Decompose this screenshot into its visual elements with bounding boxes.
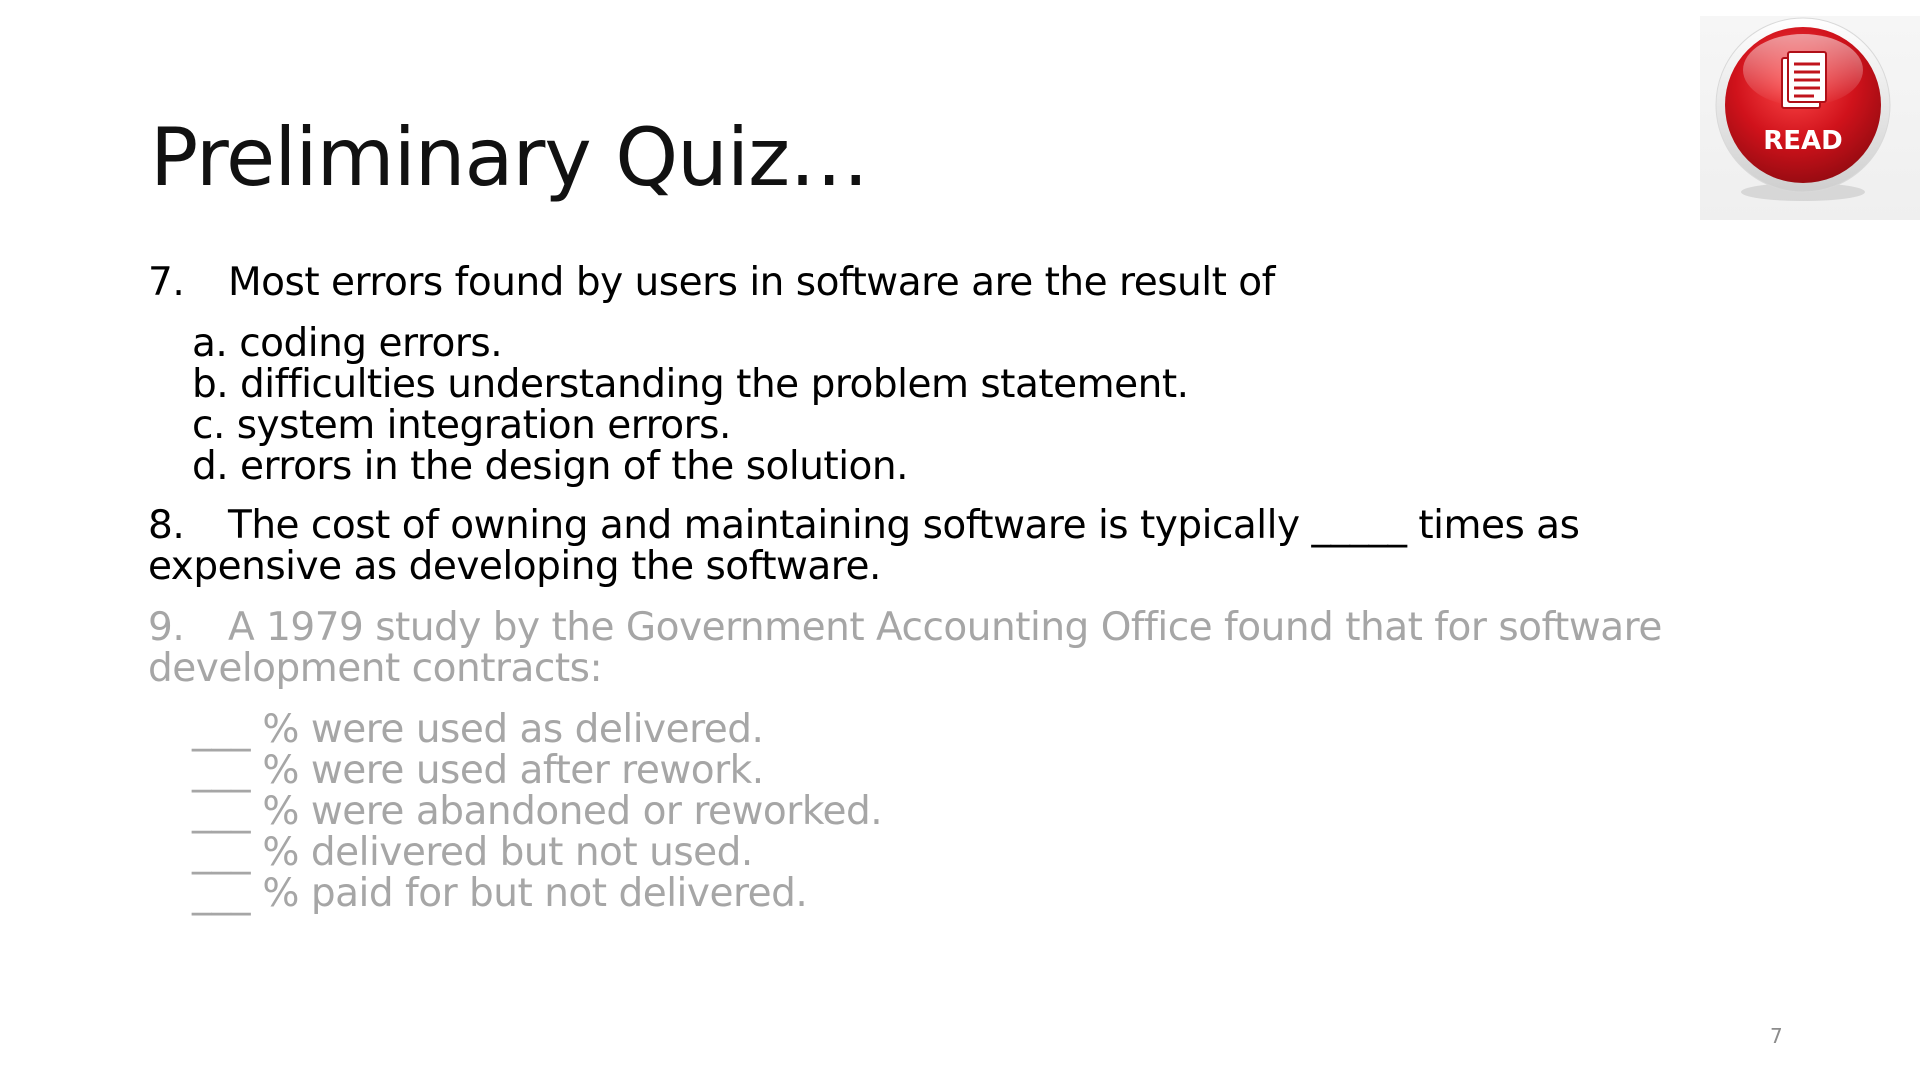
question-7: 7. Most errors found by users in software… (148, 262, 1748, 303)
option-d: d. errors in the design of the solution. (192, 444, 909, 489)
option-a: a. coding errors. (192, 321, 503, 366)
item-text: % were used as delivered. (262, 707, 764, 752)
document-icon (1781, 51, 1827, 109)
option-b: b. difficulties understanding the proble… (192, 362, 1189, 407)
question-9-items: ___ % were used as delivered. ___ % were… (148, 709, 1748, 914)
list-item: ___ % paid for but not delivered. (192, 873, 1748, 914)
question-text: Most errors found by users in software a… (228, 260, 1275, 305)
list-item: ___ % were used after rework. (192, 750, 1748, 791)
item-text: % paid for but not delivered. (262, 871, 808, 916)
quiz-body: 7. Most errors found by users in software… (148, 262, 1748, 914)
question-number: 8. (148, 503, 185, 548)
question-8: 8. The cost of owning and maintaining sof… (148, 505, 1748, 587)
question-text-line2: development contracts: (148, 646, 603, 691)
answer-blank: ___ (192, 830, 251, 875)
question-7-options: a. coding errors. b. difficulties unders… (148, 323, 1748, 487)
question-text-line2: expensive as developing the software. (148, 544, 881, 589)
list-item: ___ % were used as delivered. (192, 709, 1748, 750)
list-item: ___ % delivered but not used. (192, 832, 1748, 873)
answer-blank: ___ (192, 871, 251, 916)
read-icon: READ (1715, 17, 1891, 201)
item-text: % were used after rework. (262, 748, 764, 793)
slide-title: Preliminary Quiz… (150, 111, 869, 204)
slide: Preliminary Quiz… READ 7. Most errors fo… (0, 0, 1920, 1080)
item-text: % were abandoned or reworked. (262, 789, 883, 834)
answer-blank: ___ (192, 707, 251, 752)
item-text: % delivered but not used. (262, 830, 753, 875)
read-badge: READ (1700, 16, 1920, 220)
question-text-line1: The cost of owning and maintaining softw… (228, 503, 1580, 548)
question-number: 9. (148, 605, 185, 650)
question-9: 9. A 1979 study by the Government Account… (148, 607, 1748, 689)
read-label: READ (1763, 126, 1843, 156)
question-number: 7. (148, 260, 185, 305)
list-item: ___ % were abandoned or reworked. (192, 791, 1748, 832)
answer-blank: ___ (192, 748, 251, 793)
page-number: 7 (1770, 1024, 1783, 1048)
question-text-line1: A 1979 study by the Government Accountin… (228, 605, 1662, 650)
option-c: c. system integration errors. (192, 403, 731, 448)
answer-blank: ___ (192, 789, 251, 834)
